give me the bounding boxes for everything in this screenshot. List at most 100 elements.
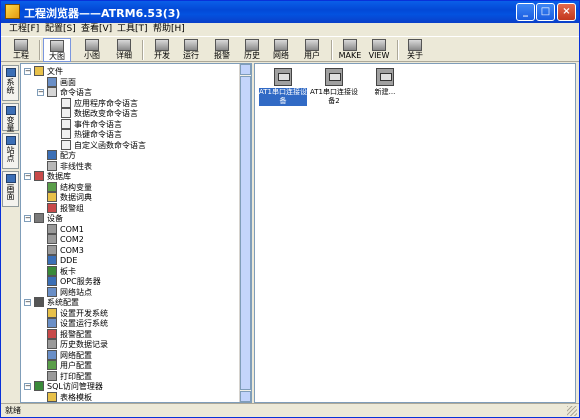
tree-item-label: COM3 — [60, 245, 84, 255]
folder-icon — [34, 66, 44, 76]
toolbar-network-button[interactable]: 网络 — [267, 38, 295, 62]
toolbar-alarm-button[interactable]: 报警 — [208, 38, 236, 62]
opc-icon — [47, 276, 57, 286]
scroll-thumb[interactable] — [240, 76, 251, 390]
struct-icon — [47, 181, 57, 192]
table-icon — [47, 160, 57, 171]
device-label: 新建... — [374, 88, 396, 96]
tree-item-label: 打印配置 — [60, 371, 92, 381]
tools-icon — [34, 297, 44, 307]
tree-expander-icon[interactable]: − — [24, 68, 31, 75]
toolbar-view-button[interactable]: VIEW — [365, 38, 393, 62]
menu-bar: 工程[F] 配置[S] 查看[V] 工具[T] 帮助[H] — [1, 23, 579, 36]
tab-variables[interactable]: 变量 — [2, 103, 19, 132]
tree-item-label: 配方 — [60, 151, 76, 160]
toolbar-large-icons-button[interactable]: 大图 — [43, 38, 71, 62]
close-button[interactable]: × — [557, 3, 576, 21]
title-bar[interactable]: 工程浏览器——ATRM6.53(3) _ □ × — [1, 1, 579, 23]
tree-item-label: 画面 — [60, 77, 76, 87]
tree-item-label: SQL访问管理器 — [47, 382, 103, 391]
tree-expander-icon[interactable]: − — [24, 299, 31, 306]
toolbar-run-button[interactable]: 运行 — [177, 38, 205, 62]
toolbar-history-button[interactable]: 历史 — [238, 38, 266, 62]
menu-config[interactable]: 配置[S] — [45, 23, 76, 36]
toolbar-details-button[interactable]: 详细 — [110, 38, 138, 62]
tree-expander-icon[interactable]: − — [37, 89, 44, 96]
toolbar-small-icons-button[interactable]: 小图 — [78, 38, 106, 62]
network-icon — [47, 349, 57, 360]
scroll-down-arrow-icon[interactable] — [240, 391, 251, 402]
tree-item-label: 表格模板 — [60, 392, 92, 402]
window-title: 工程浏览器——ATRM6.53(3) — [24, 7, 181, 20]
toolbar-separator — [397, 40, 399, 60]
printer-icon — [47, 370, 57, 381]
tree-item-label: 事件命令语言 — [74, 119, 122, 129]
tree-item-label: 历史数据记录 — [60, 340, 108, 349]
tree-item-label: 数据改变命令语言 — [74, 109, 138, 118]
menu-help[interactable]: 帮助[H] — [153, 23, 185, 36]
board-icon — [47, 265, 57, 276]
large-icons-icon — [50, 40, 64, 52]
develop-icon — [155, 39, 169, 51]
document-icon — [61, 97, 71, 108]
menu-tools[interactable]: 工具[T] — [117, 23, 148, 36]
tree-item-label: 报警配置 — [60, 329, 92, 339]
device-list-view[interactable]: AT1串口连接设备 AT1串口连接设备2 新建... — [254, 63, 576, 403]
history-icon — [47, 339, 57, 349]
tree-item-label: 设置开发系统 — [60, 308, 108, 318]
tree-item-label: 数据库 — [47, 172, 71, 181]
tree-item-label: 板卡 — [60, 266, 76, 276]
small-icons-icon — [85, 39, 99, 51]
tree-expander-icon[interactable]: − — [24, 215, 31, 222]
port-icon — [47, 234, 57, 244]
tree-item-label: COM1 — [60, 224, 84, 234]
app-icon — [5, 4, 20, 19]
device-item[interactable]: AT1串口连接设备2 — [310, 68, 358, 106]
network-icon — [47, 286, 57, 297]
toolbar-user-button[interactable]: 用户 — [298, 38, 326, 62]
resize-grip-icon[interactable] — [567, 406, 577, 416]
device-label: AT1串口连接设备2 — [310, 88, 358, 105]
recipe-icon — [47, 150, 57, 160]
alarm-icon — [47, 202, 57, 213]
tree-scrollbar[interactable] — [239, 64, 251, 402]
network-icon — [274, 39, 288, 51]
toolbar-develop-button[interactable]: 开发 — [148, 38, 176, 62]
details-icon — [117, 39, 131, 51]
port-icon — [47, 244, 57, 255]
maximize-button[interactable]: □ — [536, 3, 555, 21]
tab-system[interactable]: 系统 — [2, 65, 19, 101]
scroll-up-arrow-icon[interactable] — [240, 64, 251, 75]
document-icon — [61, 118, 71, 129]
device-item[interactable]: 新建... — [361, 68, 409, 97]
toolbar-about-button[interactable]: 关于 — [401, 38, 429, 62]
tree-item-label: 结构变量 — [60, 182, 92, 192]
tree-item-label: 设置运行系统 — [60, 319, 108, 328]
alarm-icon — [47, 328, 57, 339]
table-icon — [47, 391, 57, 402]
tab-stations[interactable]: 站点 — [2, 133, 19, 169]
minimize-button[interactable]: _ — [516, 3, 535, 21]
left-tab-strip: 系统 变量 站点 画面 — [1, 63, 20, 399]
tree-item-label: 自定义函数命令语言 — [74, 140, 146, 150]
menu-project[interactable]: 工程[F] — [9, 23, 39, 36]
tree-expander-icon[interactable]: − — [24, 173, 31, 180]
history-icon — [245, 39, 259, 51]
document-icon — [61, 139, 71, 150]
document-icon — [61, 129, 71, 139]
tab-screens[interactable]: 画面 — [2, 171, 19, 207]
tree-item-label: 命令语言 — [60, 88, 92, 97]
tree-item-label: 文件 — [47, 67, 63, 76]
dde-icon — [47, 255, 57, 265]
toolbar-project-button[interactable]: 工程 — [7, 38, 35, 62]
device-item[interactable]: AT1串口连接设备 — [259, 68, 307, 106]
device-icon — [274, 68, 292, 86]
tree-expander-icon[interactable]: − — [24, 383, 31, 390]
tree-item-label: OPC服务器 — [60, 277, 101, 286]
device-icon — [376, 68, 394, 86]
toolbar: 工程 大图 小图 详细 开发 运行 报警 历史 网络 用户 MAKE VIEW … — [1, 36, 579, 62]
menu-view[interactable]: 查看[V] — [81, 23, 112, 36]
toolbar-make-button[interactable]: MAKE — [336, 38, 364, 62]
project-icon — [14, 39, 28, 51]
project-tree[interactable]: − 文件 画面 − 命令语言 应用程序命令语言 数据改变命令语言 事件命令语言 热键命令语言 自定… — [20, 63, 252, 403]
